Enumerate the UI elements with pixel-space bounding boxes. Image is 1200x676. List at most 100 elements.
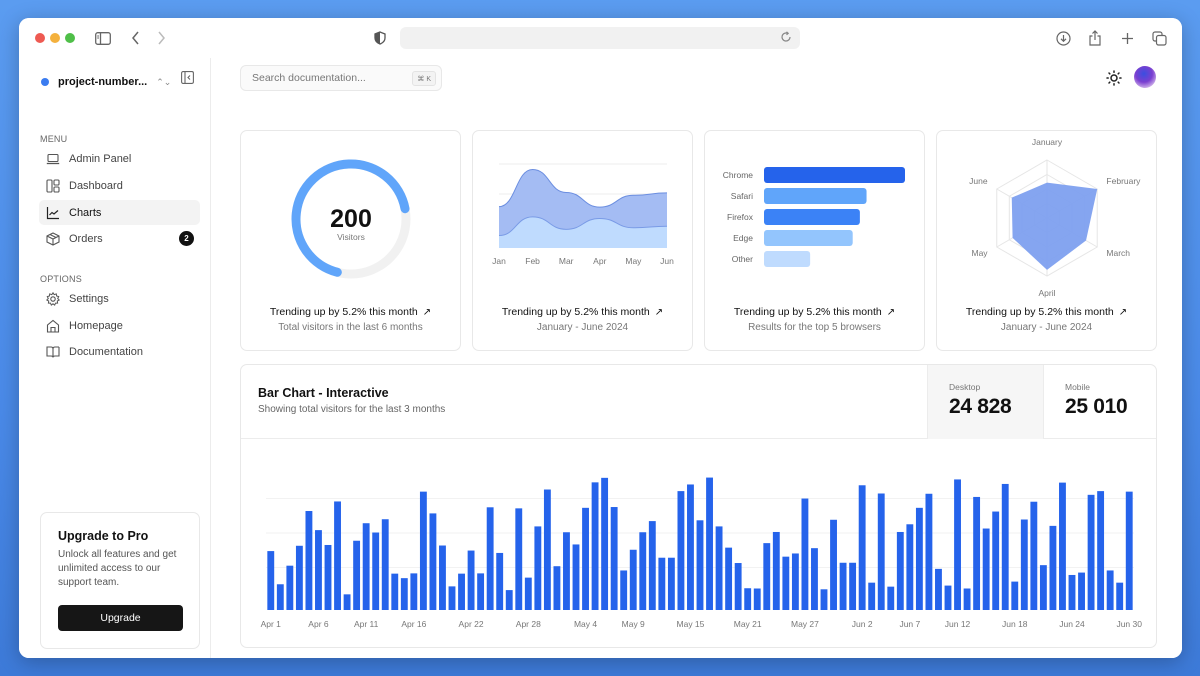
bar xyxy=(877,493,885,610)
bar xyxy=(515,508,523,610)
x-tick-label: Jun 18 xyxy=(1002,619,1028,629)
bar xyxy=(524,577,532,610)
bar xyxy=(896,531,904,610)
y-tick-label: Other xyxy=(732,254,753,264)
bar xyxy=(715,526,723,610)
x-tick-label: Apr 28 xyxy=(516,619,541,629)
card-subtitle: January - June 2024 xyxy=(536,322,629,333)
bar xyxy=(791,553,799,610)
bar xyxy=(944,585,952,610)
trend-label: Trending up by 5.2% this month xyxy=(733,306,882,318)
close-window-button[interactable] xyxy=(35,33,45,43)
sidebar-item-dashboard[interactable]: Dashboard xyxy=(39,173,200,198)
x-tick-label: Jun 7 xyxy=(899,619,920,629)
sidebar-item-charts[interactable]: Charts xyxy=(39,200,200,225)
bar xyxy=(610,507,618,610)
trending-up-icon: ↗ xyxy=(422,307,432,318)
maximize-window-button[interactable] xyxy=(65,33,75,43)
chevron-up-down-icon: ⌃⌄ xyxy=(156,76,172,87)
share-icon[interactable] xyxy=(1086,29,1104,47)
bar xyxy=(400,578,408,610)
bar xyxy=(324,544,332,610)
y-tick-label: Safari xyxy=(731,191,753,201)
search-input[interactable]: Search documentation... ⌘ K xyxy=(240,65,442,91)
bar xyxy=(582,507,589,610)
bar xyxy=(410,573,418,610)
radar-axis-label: June xyxy=(969,176,988,186)
browser-window: project-number... ⌃⌄ MENU Admin Panel Da… xyxy=(19,18,1182,658)
menu-section-label: MENU xyxy=(40,134,68,144)
bar xyxy=(1106,570,1114,610)
forward-icon[interactable] xyxy=(152,29,170,47)
bar xyxy=(439,545,446,610)
daily-visitors-bar-chart: Apr 1 Apr 6 Apr 11 Apr 16 Apr 22 Apr 28 May 4 M… xyxy=(261,477,1142,629)
bar xyxy=(954,479,961,610)
trend-label: Trending up by 5.2% this month xyxy=(965,306,1114,318)
user-avatar[interactable] xyxy=(1134,66,1156,88)
bar xyxy=(467,550,475,610)
sidebar-item-orders[interactable]: Orders 2 xyxy=(39,226,200,251)
bar xyxy=(1097,491,1105,610)
mobile-stat-tab[interactable]: Mobile 25 010 xyxy=(1043,365,1156,439)
new-tab-icon[interactable] xyxy=(1118,29,1136,47)
bar xyxy=(419,491,427,610)
x-tick-label: Jun 2 xyxy=(852,619,873,629)
bar xyxy=(572,544,580,610)
sidebar-item-label: Admin Panel xyxy=(69,152,132,165)
bar xyxy=(1030,501,1038,610)
bar xyxy=(629,549,637,610)
upgrade-card: Upgrade to Pro Unlock all features and g… xyxy=(40,512,200,649)
bar xyxy=(1116,582,1124,610)
bar xyxy=(429,513,437,610)
bar xyxy=(1011,581,1019,610)
x-tick-label: Apr 16 xyxy=(401,619,426,629)
bar xyxy=(1087,494,1095,610)
radial-value-label: 200 xyxy=(330,205,372,233)
sidebar-toggle-icon[interactable] xyxy=(94,29,112,47)
bar xyxy=(973,496,981,610)
sidebar-item-label: Dashboard xyxy=(69,179,123,192)
sidebar-item-documentation[interactable]: Documentation xyxy=(39,339,200,364)
bar xyxy=(725,547,733,610)
bar xyxy=(772,531,780,610)
sidebar-item-settings[interactable]: Settings xyxy=(39,286,200,311)
bar xyxy=(753,588,761,610)
radial-chart: 200Visitors xyxy=(291,159,411,279)
radial-caption: Visitors xyxy=(337,232,365,242)
bar xyxy=(276,584,284,610)
sun-icon[interactable] xyxy=(1106,70,1122,86)
bar xyxy=(1039,565,1047,610)
bar xyxy=(601,477,609,610)
upgrade-button[interactable]: Upgrade xyxy=(58,605,183,631)
back-icon[interactable] xyxy=(127,29,145,47)
bar xyxy=(315,530,322,610)
dashboard-icon xyxy=(46,178,60,193)
browser-bar-chart: Chrome Safari Firefox Edge Other xyxy=(723,167,905,267)
y-tick-label: Edge xyxy=(733,233,753,243)
minimize-window-button[interactable] xyxy=(50,33,60,43)
trending-up-icon: ↗ xyxy=(1118,307,1128,318)
upgrade-description: Unlock all features and get unlimited ac… xyxy=(58,549,177,588)
gear-icon xyxy=(46,291,60,306)
main-content: Search documentation... ⌘ K 200 Visitors … xyxy=(212,58,1182,658)
shield-icon[interactable] xyxy=(371,29,389,47)
tabs-overview-icon[interactable] xyxy=(1150,29,1168,47)
y-tick-label: Chrome xyxy=(723,170,754,180)
download-icon[interactable] xyxy=(1054,29,1072,47)
sidebar-item-homepage[interactable]: Homepage xyxy=(39,313,200,338)
bar xyxy=(334,501,341,610)
sidebar-item-label: Documentation xyxy=(69,345,143,358)
bar xyxy=(553,566,561,610)
address-bar[interactable] xyxy=(400,27,800,49)
laptop-icon xyxy=(46,152,60,166)
x-tick-label: Mar xyxy=(559,256,574,266)
desktop-stat-tab[interactable]: Desktop 24 828 xyxy=(927,365,1043,439)
project-dot-icon xyxy=(41,78,49,86)
reload-icon[interactable] xyxy=(780,30,794,44)
bar xyxy=(925,493,933,610)
sidebar-item-admin-panel[interactable]: Admin Panel xyxy=(39,146,200,171)
bar xyxy=(744,588,752,610)
project-switcher[interactable]: project-number... ⌃⌄ xyxy=(41,72,171,92)
x-tick-label: Feb xyxy=(525,256,540,266)
collapse-sidebar-icon[interactable] xyxy=(181,71,195,85)
